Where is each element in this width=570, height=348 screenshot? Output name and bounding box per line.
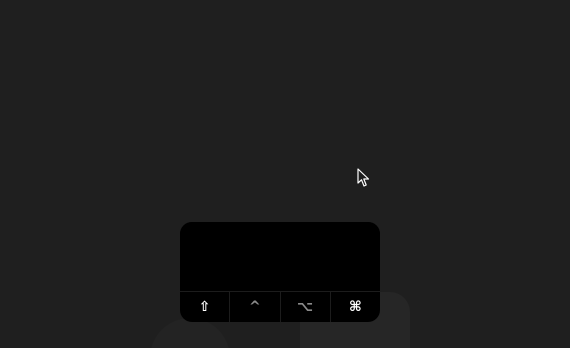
shift-icon: ⇧ — [198, 299, 211, 315]
modifier-key-row: ⇧ ^ ⌥ ⌘ — [180, 291, 380, 322]
keystroke-display-area — [180, 222, 380, 291]
mouse-pointer-icon — [357, 168, 370, 187]
option-icon: ⌥ — [297, 299, 314, 315]
desktop-screen: ⇧ ^ ⌥ ⌘ — [0, 0, 570, 348]
shift-key[interactable]: ⇧ — [180, 292, 231, 322]
background-shape-secondary — [150, 318, 230, 348]
control-key[interactable]: ^ — [230, 292, 281, 322]
keystroke-overlay: ⇧ ^ ⌥ ⌘ — [180, 222, 380, 322]
command-key[interactable]: ⌘ — [331, 292, 380, 322]
option-key[interactable]: ⌥ — [281, 292, 331, 322]
control-icon: ^ — [249, 299, 261, 315]
command-icon: ⌘ — [348, 299, 362, 315]
